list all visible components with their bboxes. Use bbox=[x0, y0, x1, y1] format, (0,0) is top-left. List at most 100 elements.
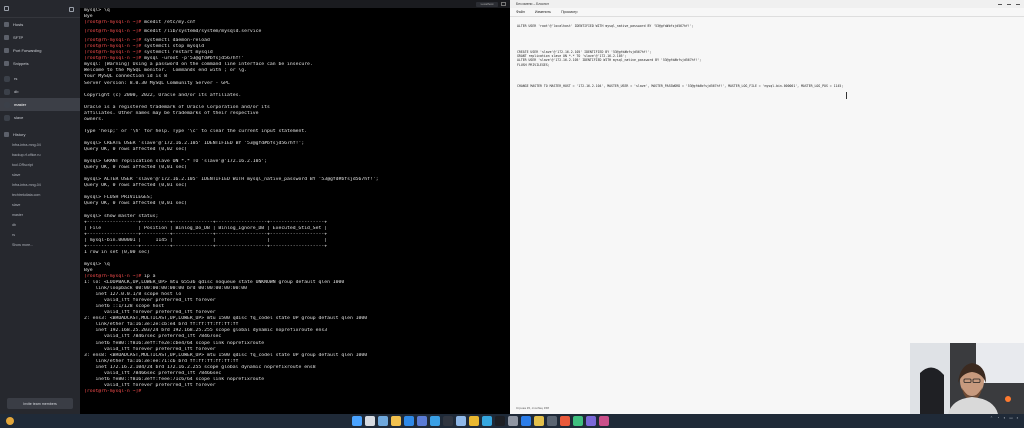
history-list: Infra-intra-mng-04 backup.rf.office.ru too… bbox=[0, 140, 80, 250]
settings-icon[interactable] bbox=[508, 416, 518, 426]
terminal-text: | mysql-bin.000001 | 1145 | | | | bbox=[84, 237, 328, 243]
terminal-text: Query OK, 0 rows affected (0,01 sec) bbox=[84, 165, 187, 171]
terminal-tab[interactable]: Localhost bbox=[476, 1, 498, 7]
terminal-text: mysql> show master status; bbox=[84, 213, 159, 219]
server-icon bbox=[4, 101, 10, 108]
sidebar-item-port-forwarding[interactable]: Port Forwarding bbox=[0, 44, 80, 57]
terminal-text: owners. bbox=[84, 116, 105, 122]
host-item[interactable]: master bbox=[0, 98, 80, 111]
menu-item-icon bbox=[4, 61, 9, 66]
history-header[interactable]: History bbox=[0, 128, 80, 140]
tray-chevron-icon[interactable]: ⌃ bbox=[990, 416, 993, 420]
history-item[interactable]: Infra-intra-mng-04 bbox=[0, 180, 80, 190]
terminal-text: inet6 fe80::f816:3eff:feee:71c6/64 scope… bbox=[84, 376, 265, 382]
files-icon[interactable] bbox=[534, 416, 544, 426]
notepad-menu-item[interactable]: Изменить bbox=[535, 10, 551, 14]
sidebar-header bbox=[0, 0, 80, 18]
sidebar-item-label: Hosts bbox=[13, 22, 24, 27]
history-item[interactable]: db bbox=[0, 220, 80, 230]
termius-icon[interactable] bbox=[495, 416, 505, 426]
host-item[interactable]: rs bbox=[0, 72, 80, 85]
settings-icon[interactable] bbox=[69, 7, 74, 12]
photos-icon[interactable] bbox=[573, 416, 583, 426]
vscode-icon[interactable] bbox=[521, 416, 531, 426]
terminal-text: Bye bbox=[84, 267, 93, 273]
store-icon[interactable] bbox=[417, 416, 427, 426]
window-restore-icon[interactable] bbox=[501, 2, 506, 6]
volume-icon[interactable]: ◖ bbox=[1003, 416, 1005, 420]
history-item[interactable]: tool.ORscript bbox=[0, 160, 80, 170]
terminal-text: valid_lft forever preferred_lft forever bbox=[84, 346, 216, 352]
system-tray: ⌃ ◔ ◖ ▭ ▪ bbox=[990, 416, 1018, 420]
terminal-text: mysql: [Warning] Using a password on the… bbox=[84, 62, 313, 68]
ssh-client-sidebar: Hosts SFTP Port Forwarding Snippets rs db mas… bbox=[0, 0, 80, 414]
terminal-text: Your MySQL connection id is 8 bbox=[84, 74, 167, 80]
close-icon[interactable] bbox=[1016, 2, 1020, 5]
notifications-icon[interactable]: ▪ bbox=[1017, 416, 1018, 420]
start-icon[interactable] bbox=[352, 416, 362, 426]
terminal-icon[interactable] bbox=[443, 416, 453, 426]
history-item[interactable]: master bbox=[0, 210, 80, 220]
terminal-text: inet 127.0.0.1/8 scope host lo bbox=[84, 292, 182, 298]
history-item[interactable]: Infra-intra-mng-04 bbox=[0, 140, 80, 150]
battery-icon[interactable]: ▭ bbox=[1009, 416, 1012, 420]
maximize-icon[interactable] bbox=[1007, 2, 1011, 5]
chrome-icon[interactable] bbox=[469, 416, 479, 426]
notepad-line: CHANGE MASTER TO MASTER_HOST = '172.16.2… bbox=[517, 84, 844, 89]
app-icon[interactable] bbox=[586, 416, 596, 426]
weather-icon[interactable] bbox=[6, 417, 14, 425]
network-icon[interactable]: ◔ bbox=[997, 416, 999, 420]
mail-icon[interactable] bbox=[430, 416, 440, 426]
sidebar-menu-icon[interactable] bbox=[4, 6, 9, 11]
media-icon[interactable] bbox=[560, 416, 570, 426]
shell-prompt: [root@rh-mysql-n ~]# bbox=[84, 50, 142, 56]
app-icon-2[interactable] bbox=[599, 416, 609, 426]
notepad-titlebar: Без имени – Блокнот bbox=[510, 0, 1024, 8]
task-view-icon[interactable] bbox=[378, 416, 388, 426]
host-item[interactable]: slave bbox=[0, 111, 80, 124]
terminal-text: valid_lft 78467sec preferred_lft 78467se… bbox=[84, 334, 222, 340]
telegram-icon[interactable] bbox=[482, 416, 492, 426]
terminal-text: mysql> \q bbox=[84, 261, 110, 267]
host-label: db bbox=[14, 89, 19, 94]
terminal-output: mysql> \q Bye [root@rh-mysql-n ~]# mcedit … bbox=[80, 8, 510, 395]
sidebar-item-sftp[interactable]: SFTP bbox=[0, 31, 80, 44]
notepad-text-area[interactable]: ALTER USER 'root'@'localhost' IDENTIFIED… bbox=[510, 17, 1024, 88]
minimize-icon[interactable] bbox=[998, 2, 1002, 5]
server-icon bbox=[4, 114, 10, 121]
shell-prompt: [root@rh-mysql-n ~]# bbox=[84, 38, 142, 44]
terminal-text: mysql> CREATE USER 'slave'@'172.16.2.105… bbox=[84, 140, 305, 146]
notepad-icon[interactable] bbox=[456, 416, 466, 426]
history-item[interactable]: techtrekdiata.com bbox=[0, 190, 80, 200]
terminal-text: +------------------+----------+---------… bbox=[84, 243, 328, 249]
terminal-text: inet6 ::1/128 scope host bbox=[84, 304, 165, 310]
host-item[interactable]: db bbox=[0, 85, 80, 98]
sidebar-item-label: Snippets bbox=[13, 61, 29, 66]
history-item[interactable]: slave bbox=[0, 170, 80, 180]
webcam-overlay bbox=[910, 343, 1024, 414]
terminal-text: mysql> FLUSH PRIVILEGES; bbox=[84, 195, 153, 201]
invite-team-button[interactable]: Invite team members bbox=[7, 398, 73, 409]
terminal-text: mcedit /lib/systemd/system/mysqld.servic… bbox=[141, 29, 262, 35]
terminal-text: systemctl stop mysqld bbox=[141, 44, 205, 50]
terminal-text: valid_lft forever preferred_lft forever bbox=[84, 310, 216, 316]
edge-icon[interactable] bbox=[404, 416, 414, 426]
sidebar-item-hosts[interactable]: Hosts bbox=[0, 18, 80, 31]
notepad-menu-item[interactable]: Файл bbox=[516, 10, 525, 14]
history-item[interactable]: backup.rf.office.ru bbox=[0, 150, 80, 160]
search-icon[interactable] bbox=[365, 416, 375, 426]
camera-icon[interactable] bbox=[547, 416, 557, 426]
taskbar-weather[interactable] bbox=[6, 417, 14, 425]
shell-prompt: [root@rh-mysql-n ~]# bbox=[84, 56, 142, 62]
history-item[interactable]: Show more... bbox=[0, 240, 80, 250]
notepad-menu-item[interactable]: Просмотр bbox=[561, 10, 577, 14]
sidebar-item-snippets[interactable]: Snippets bbox=[0, 57, 80, 70]
terminal-text: mysql> ALTER USER 'slave'@'172.16.2.105'… bbox=[84, 177, 379, 183]
terminal-text: 2: ens3: <BROADCAST,MULTICAST,UP,LOWER_U… bbox=[84, 316, 368, 322]
history-item[interactable]: rs bbox=[0, 230, 80, 240]
explorer-icon[interactable] bbox=[391, 416, 401, 426]
terminal-text: valid_lft forever preferred_lft forever bbox=[84, 382, 216, 388]
history-item[interactable]: slave bbox=[0, 200, 80, 210]
terminal-window[interactable]: Localhost mysql> \q Bye [root@rh-mysql-n ~… bbox=[80, 0, 510, 414]
terminal-text: inet 172.16.2.104/24 brd 172.16.2.255 sc… bbox=[84, 364, 316, 370]
